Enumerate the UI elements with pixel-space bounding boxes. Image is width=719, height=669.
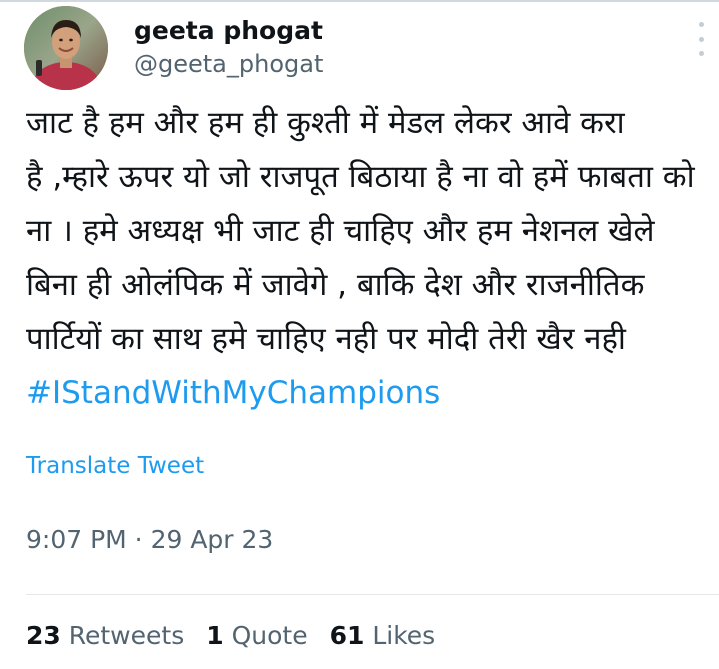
tweet-text: जाट है हम और हम ही कुश्ती में मेडल लेकर … [26,96,719,420]
quotes-label: Quote [231,621,308,650]
top-border [0,0,719,2]
tweet-text-line: है ,म्हारे ऊपर यो जो राजपूत बिठाया है ना… [26,159,695,195]
translate-tweet-link[interactable]: Translate Tweet [26,452,204,480]
tweet-text-line: पार्टियों का साथ हमे चाहिए नही पर मोदी त… [26,321,626,357]
retweets-count: 23 [26,621,61,650]
author-handle[interactable]: @geeta_phogat [134,50,323,78]
avatar[interactable] [24,6,108,90]
more-dot [698,51,704,56]
more-dot [698,22,704,27]
tweet-text-line: ना । हमे अध्यक्ष भी जाट ही चाहिए और हम न… [26,213,655,249]
more-dot [698,36,704,42]
tweet-timestamp[interactable]: 9:07 PM · 29 Apr 23 [26,524,273,556]
retweets-label: Retweets [68,621,185,650]
quotes-count: 1 [206,621,224,650]
tweet-text-line: जाट है हम और हम ही कुश्ती में मेडल लेकर … [26,105,625,141]
more-vertical-icon[interactable] [696,22,706,56]
likes-stat[interactable]: 61 Likes [330,620,436,652]
divider [26,594,719,595]
author-display-name[interactable]: geeta phogat [134,16,323,46]
tweet-text-line: बिना ही ओलंपिक में जावेगे , बाकि देश और … [26,267,645,303]
quotes-stat[interactable]: 1 Quote [206,620,307,652]
likes-label: Likes [372,621,436,650]
likes-count: 61 [329,621,365,650]
hashtag-link[interactable]: #IStandWithMyChampions [26,366,719,420]
retweets-stat[interactable]: 23 Retweets [26,620,184,652]
avatar-photo [24,6,108,90]
engagement-stats: 23 Retweets 1 Quote 61 Likes [26,620,457,652]
